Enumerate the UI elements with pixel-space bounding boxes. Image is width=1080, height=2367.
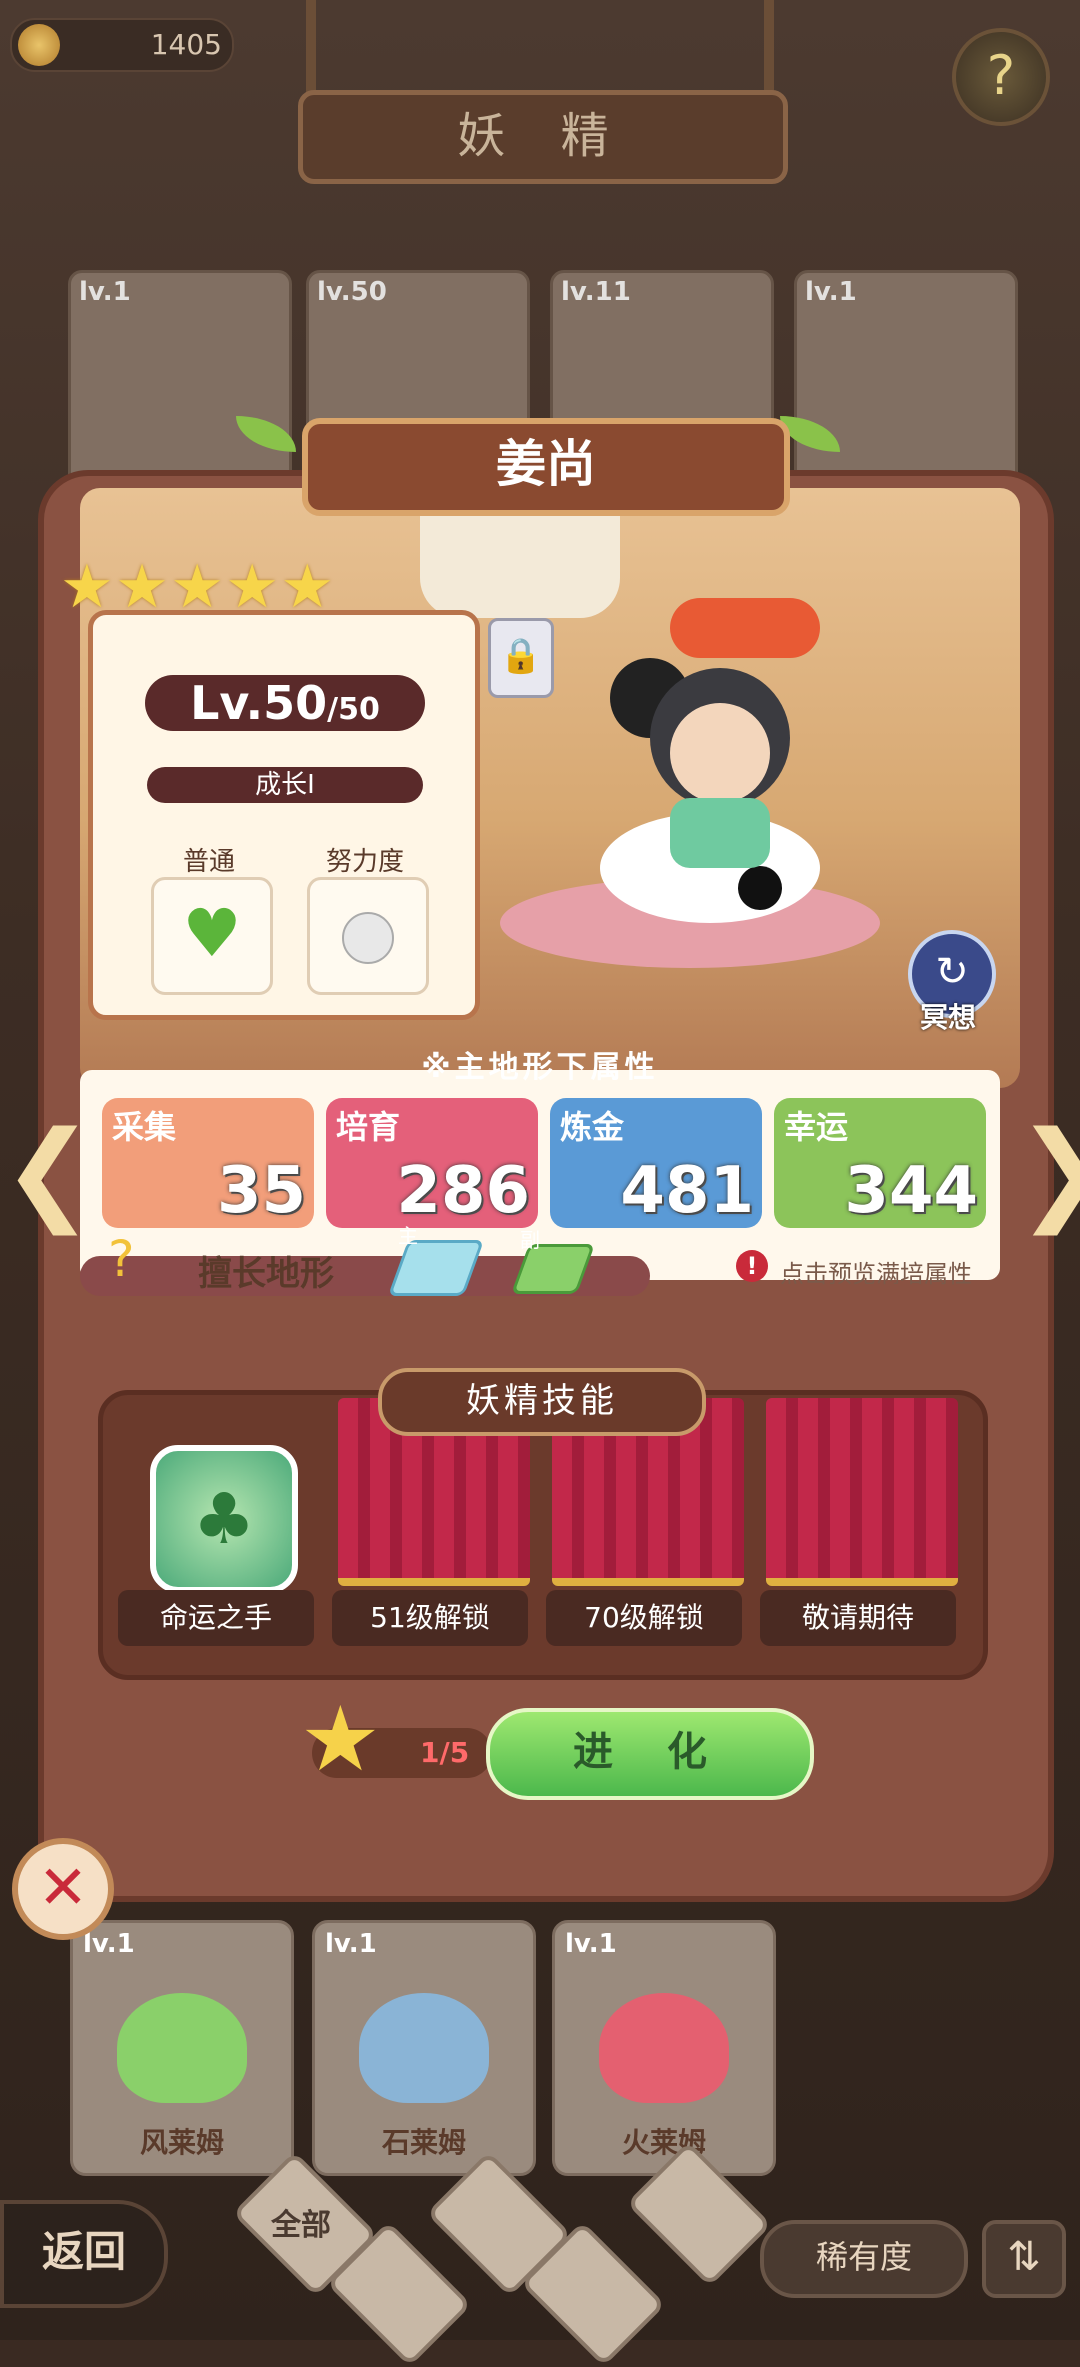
close-button[interactable]: ✕	[12, 1838, 114, 1940]
card-name: 风莱姆	[139, 2126, 224, 2159]
card-name: 石莱姆	[381, 2126, 466, 2159]
back-label: 返回	[41, 2227, 126, 2276]
skill-slot-4[interactable]: 敬请期待	[760, 1590, 956, 1646]
attribute-title: ※主地形下属性	[421, 1050, 659, 1085]
carrot-decor	[670, 598, 820, 658]
star-icon: ★	[115, 552, 169, 622]
meditate-label: 冥想	[919, 1001, 976, 1034]
slime-image	[359, 1993, 489, 2103]
skill-slot-1[interactable]: 命运之手	[118, 1590, 314, 1646]
card-level: lv.1	[79, 277, 131, 307]
type-box[interactable]: ♥	[151, 877, 273, 995]
card-name: 火莱姆	[621, 2126, 706, 2159]
fairy-card[interactable]: lv.1 火莱姆	[552, 1920, 776, 2176]
rarity-sort-button[interactable]: 稀有度	[760, 2220, 968, 2298]
attr-gather: 采集 35	[102, 1098, 314, 1228]
fairy-name: 姜尚	[302, 418, 790, 516]
attr-value: 35	[216, 1154, 306, 1228]
fairy-info-card: Lv.50/50 成长I 普通 ♥ 努力度	[88, 610, 480, 1020]
attr-label: 炼金	[560, 1108, 625, 1146]
skill-slot-3[interactable]: 70级解锁	[546, 1590, 742, 1646]
card-level: lv.50	[317, 277, 387, 307]
back-button[interactable]: 返回	[0, 2200, 168, 2308]
growth-pill: 成长I	[147, 767, 423, 803]
attr-label: 幸运	[784, 1108, 849, 1146]
alert-icon[interactable]: !	[736, 1250, 768, 1282]
preview-full-stats-link[interactable]: 点击预览满培属性	[780, 1254, 972, 1289]
card-level: lv.1	[565, 1929, 617, 1959]
main-tag: 主	[398, 1224, 418, 1248]
type-label: 普通	[182, 847, 235, 877]
skill-curtain	[766, 1398, 958, 1586]
evolve-star-icon: ★	[300, 1687, 381, 1792]
card-level: lv.1	[805, 277, 857, 307]
filter-all-label: 全部	[271, 2208, 331, 2243]
effort-box[interactable]	[307, 877, 429, 995]
sub-tag: 副	[520, 1228, 540, 1252]
heart-icon: ♥	[182, 895, 242, 972]
evolve-count: 1/5	[420, 1736, 470, 1769]
attr-alchemy: 炼金 481	[550, 1098, 762, 1228]
card-level: lv.11	[561, 277, 631, 307]
attr-nurture: 培育 286	[326, 1098, 538, 1228]
clover-icon[interactable]: ♣	[150, 1445, 298, 1593]
terrain-label: 擅长地形	[198, 1254, 334, 1294]
lock-icon[interactable]: 🔒	[488, 618, 554, 698]
currency-bar: 1405	[10, 18, 234, 72]
slime-image	[599, 1993, 729, 2103]
page-title: 妖 精	[298, 90, 788, 184]
prev-arrow-icon[interactable]: ❮	[2, 1116, 94, 1226]
star-icon: ★	[280, 552, 335, 622]
attr-value: 344	[844, 1154, 978, 1228]
card-level: lv.1	[325, 1929, 377, 1959]
level-max: /50	[327, 692, 380, 727]
skill-slot-2[interactable]: 51级解锁	[332, 1590, 528, 1646]
attr-value: 481	[620, 1154, 754, 1228]
currency-amount: 1405	[150, 28, 222, 61]
fairy-character	[600, 658, 820, 923]
fairy-card[interactable]: lv.1 风莱姆	[70, 1920, 294, 2176]
face-icon	[342, 912, 394, 964]
star-icon: ★	[170, 552, 224, 622]
level-value: Lv.50	[190, 676, 328, 730]
attr-value: 286	[396, 1154, 530, 1228]
attr-luck: 幸运 344	[774, 1098, 986, 1228]
star-rating: ★ ★ ★ ★ ★	[60, 552, 335, 622]
attr-label: 采集	[112, 1108, 177, 1146]
sprout-icon: ?	[108, 1230, 135, 1288]
card-level: lv.1	[83, 1929, 135, 1959]
attr-label: 培育	[336, 1108, 401, 1146]
star-icon: ★	[60, 552, 114, 622]
next-arrow-icon[interactable]: ❯	[1016, 1116, 1080, 1226]
attribute-panel: ※主地形下属性 采集 35 培育 286 炼金 481 幸运 344 ? 擅长地…	[80, 1050, 1000, 1296]
skill-title: 妖精技能	[378, 1368, 706, 1436]
evolve-button[interactable]: 进 化	[486, 1708, 814, 1800]
slime-image	[117, 1993, 247, 2103]
level-pill: Lv.50/50	[145, 675, 425, 731]
effort-label: 努力度	[325, 847, 404, 877]
sort-icon[interactable]: ⇅	[982, 2220, 1066, 2298]
star-icon: ★	[225, 552, 280, 622]
help-button[interactable]: ?	[952, 28, 1050, 126]
fairy-card[interactable]: lv.1 石莱姆	[312, 1920, 536, 2176]
coin-icon	[18, 24, 60, 66]
